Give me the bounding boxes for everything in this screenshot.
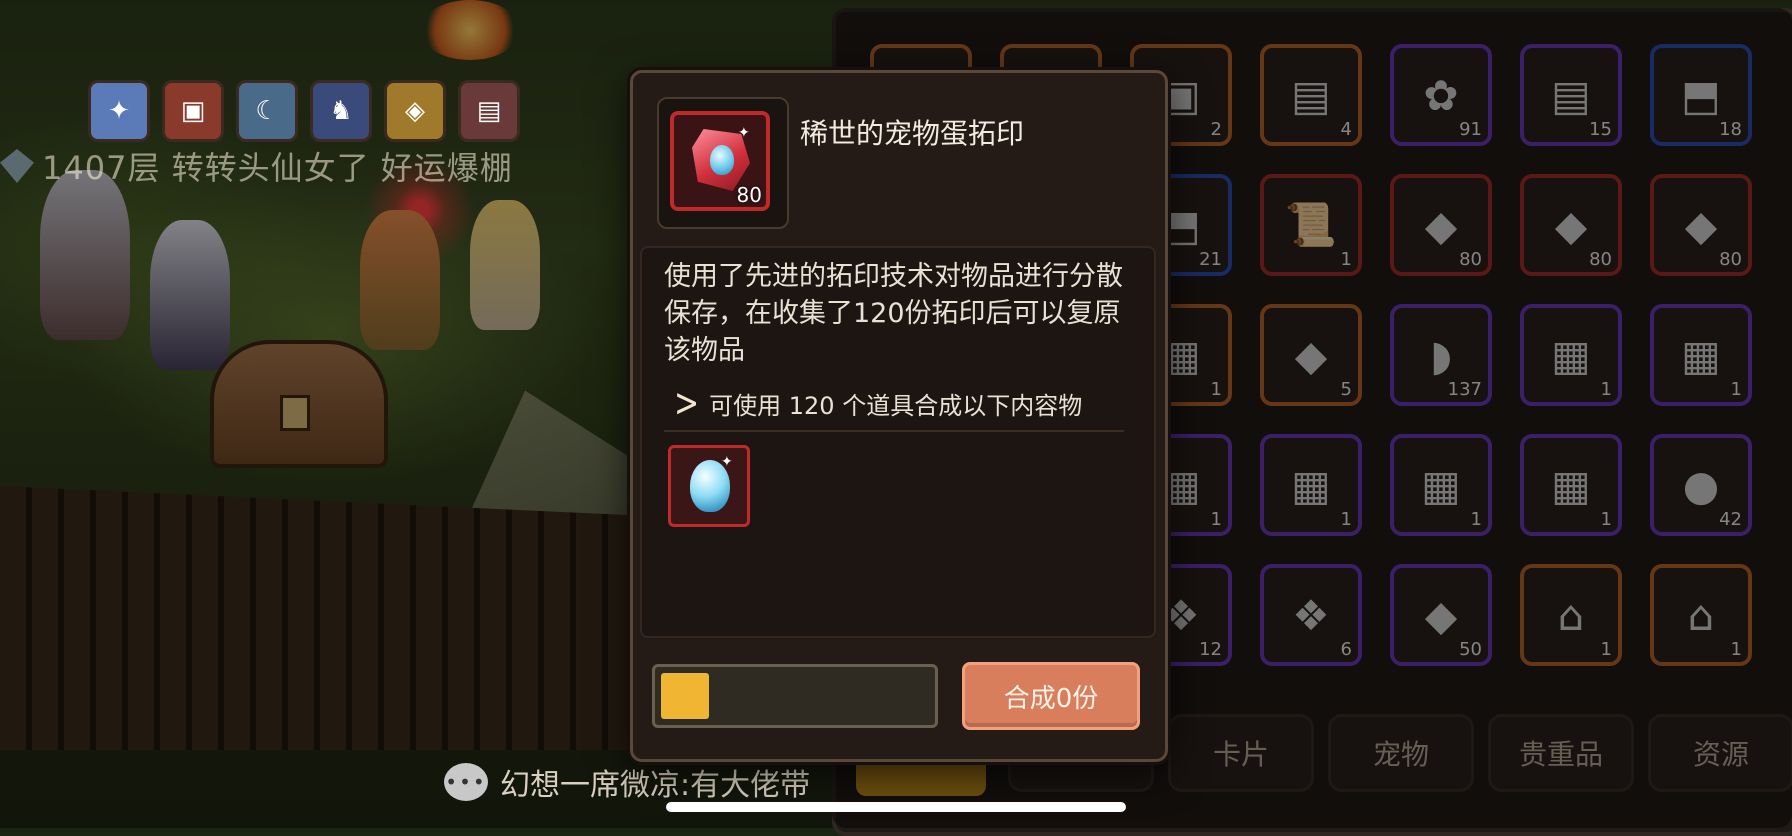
divider <box>664 430 1124 432</box>
craft-hint: 可使用 120 个道具合成以下内容物 <box>709 392 1083 420</box>
chevron-right-icon[interactable]: > <box>674 381 699 427</box>
guild-banner: 1407层 转转头仙女了 好运爆棚 <box>0 146 513 187</box>
shield-buff-icon[interactable]: ◈ <box>384 80 446 142</box>
craft-button[interactable]: 合成0份 <box>962 662 1140 730</box>
progress-fill <box>661 673 709 719</box>
craft-result-item[interactable]: ✦ <box>668 445 750 527</box>
pet-egg-icon <box>710 145 734 175</box>
card-buff-icon[interactable]: ▣ <box>162 80 224 142</box>
buff-icon-row: ✦ ▣ ☾ ♞ ◈ ▤ <box>88 80 520 142</box>
item-icon: ✦ 80 <box>670 111 770 211</box>
craft-hint-row[interactable]: > 可使用 120 个道具合成以下内容物 <box>674 381 1083 427</box>
speech-bubble-icon[interactable]: ••• <box>444 763 488 801</box>
craft-progress-bar <box>652 664 938 728</box>
diamond-icon <box>0 149 34 183</box>
chat-message: 幻想一席微凉:有大佬带 <box>500 768 811 803</box>
chat-bar[interactable]: ••• 幻想一席微凉:有大佬带 <box>444 760 810 804</box>
guild-text: 1407层 转转头仙女了 好运爆棚 <box>42 149 513 187</box>
home-indicator[interactable] <box>666 802 1126 812</box>
moon-buff-icon[interactable]: ☾ <box>236 80 298 142</box>
chest-buff-icon[interactable]: ▤ <box>458 80 520 142</box>
item-name: 稀世的宠物蛋拓印 <box>800 117 1025 150</box>
fish-buff-icon[interactable]: ✦ <box>88 80 150 142</box>
sparkle-icon: ✦ <box>721 454 733 470</box>
helmet-buff-icon[interactable]: ♞ <box>310 80 372 142</box>
item-description: 使用了先进的拓印技术对物品进行分散保存，在收集了120份拓印后可以复原该物品 <box>664 261 1123 366</box>
sparkle-icon: ✦ <box>738 125 750 141</box>
item-count: 80 <box>736 183 762 207</box>
